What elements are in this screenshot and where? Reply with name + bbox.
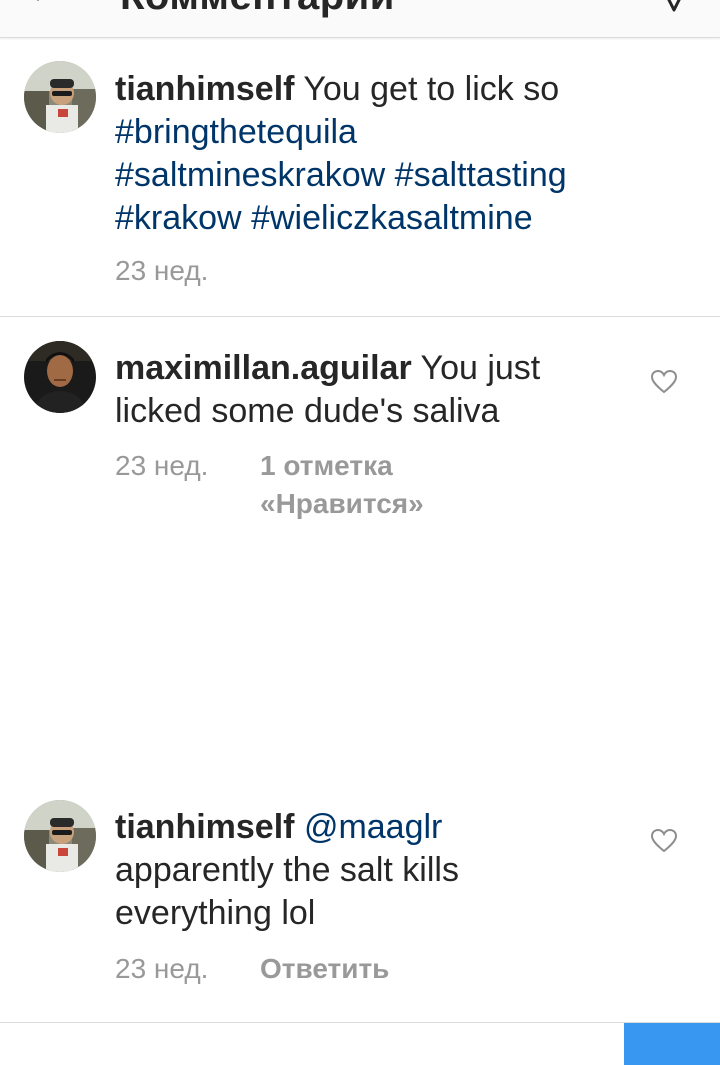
hashtag-link[interactable]: #bringthetequila	[115, 113, 357, 151]
hashtag-link[interactable]: #krakow	[115, 199, 242, 237]
reply-button[interactable]: Ответить	[260, 953, 389, 985]
comment-body: tianhimself You get to lick so #bringthe…	[115, 68, 640, 240]
avatar[interactable]	[24, 61, 96, 133]
likes-count-line: «Нравится»	[260, 488, 424, 519]
profile-photo	[24, 61, 96, 133]
comment-username[interactable]: tianhimself	[115, 808, 294, 846]
comment-timestamp: 23 нед.	[115, 450, 209, 481]
comment-text: apparently the salt kills everything lol	[115, 851, 459, 932]
comment-timestamp: 23 нед.	[115, 953, 209, 984]
profile-photo	[24, 800, 96, 872]
post-comment-button[interactable]	[624, 1023, 720, 1065]
heart-icon[interactable]	[650, 369, 678, 395]
hashtag-link[interactable]: #salttasting	[395, 156, 567, 194]
page-title: Комментарии	[120, 0, 395, 19]
top-bar: Комментарии	[0, 0, 720, 38]
arrow-left-icon[interactable]	[30, 0, 56, 12]
mention-link[interactable]: @maaglr	[304, 808, 442, 846]
comment-body: maximillan.aguilar You just licked some …	[115, 347, 625, 433]
divider	[0, 1022, 720, 1023]
heart-icon[interactable]	[650, 828, 678, 854]
likes-count-line: 1 отметка	[260, 450, 393, 481]
comment-username[interactable]: tianhimself	[115, 70, 294, 108]
hashtag-link[interactable]: #saltmineskrakow	[115, 156, 385, 194]
profile-photo	[24, 341, 96, 413]
comment-body: tianhimself @maaglr apparently the salt …	[115, 806, 625, 935]
likes-count-link[interactable]: 1 отметка «Нравится»	[260, 447, 424, 523]
divider	[0, 316, 720, 317]
comment-timestamp: 23 нед.	[115, 255, 209, 286]
avatar[interactable]	[24, 800, 96, 872]
avatar[interactable]	[24, 341, 96, 413]
comment-text: You get to lick so	[303, 70, 560, 108]
comment-username[interactable]: maximillan.aguilar	[115, 349, 412, 387]
hashtag-link[interactable]: #wieliczkasaltmine	[251, 199, 533, 237]
paper-plane-icon[interactable]	[660, 0, 690, 12]
